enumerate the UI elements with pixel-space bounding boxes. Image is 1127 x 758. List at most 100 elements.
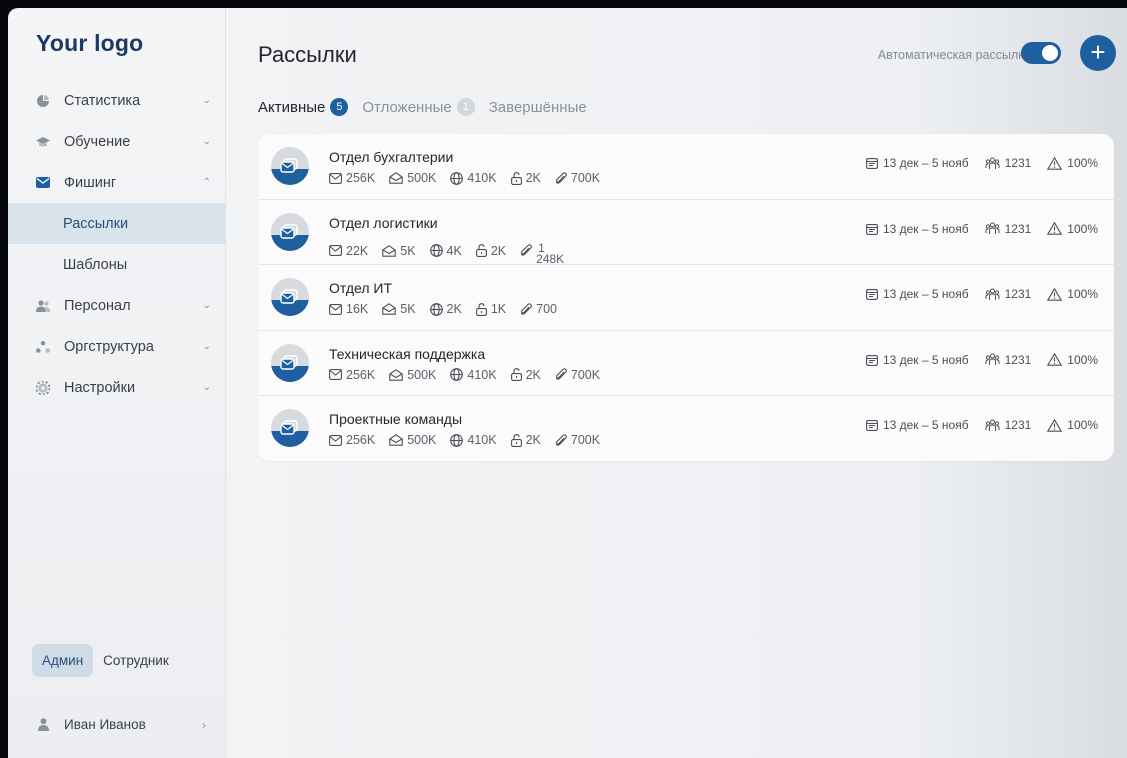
mailing-stats: 256K 500K 410K 2K 700K xyxy=(329,368,614,382)
mailing-meta: 13 дек – 5 нояб 1231 100% xyxy=(850,353,1098,367)
tab-finished[interactable]: Завершённые xyxy=(489,99,587,116)
calendar-icon xyxy=(866,420,878,431)
stat-visited: 410K xyxy=(467,171,497,185)
stat-opened: 5K xyxy=(400,243,416,258)
mailing-employees: 1231 xyxy=(1004,418,1032,432)
chevron-down-icon: ⌄ xyxy=(202,136,211,147)
stat-entered: 2K xyxy=(490,243,507,258)
stat-entered: 2K xyxy=(525,367,541,382)
tab-active[interactable]: Активные 5 xyxy=(258,98,349,116)
list-item[interactable]: Техническая поддержка 256K 500K 410K 2K … xyxy=(258,331,1114,396)
sidebar-item-label: Статистика xyxy=(64,92,141,109)
app-window: Your logo Статистика ⌄ Обучение ⌄ Фишинг… xyxy=(8,8,1127,758)
stat-entered: 2K xyxy=(525,171,541,185)
sidebar-item-label: Обучение xyxy=(64,133,131,150)
sidebar: Your logo Статистика ⌄ Обучение ⌄ Фишинг… xyxy=(8,8,226,758)
stat-sent: 256K xyxy=(346,433,376,447)
stat-sent: 256K xyxy=(346,367,376,382)
list-item[interactable]: Проектные команды 256K 500K 410K 2K 700K… xyxy=(258,396,1114,461)
stat-entered: 2K xyxy=(525,433,541,447)
user-profile[interactable]: Иван Иванов › xyxy=(36,717,206,732)
sidebar-subitem-mailings[interactable]: Рассылки xyxy=(8,203,225,244)
mail-stack-icon xyxy=(280,354,298,370)
open-envelope-icon xyxy=(389,434,403,446)
tab-label: Отложенные xyxy=(362,98,452,116)
role-admin-button[interactable]: Админ xyxy=(32,644,94,677)
auto-mailing-toggle[interactable] xyxy=(1021,42,1061,64)
sidebar-item-training[interactable]: Обучение ⌄ xyxy=(8,121,225,162)
stat-opened: 500K xyxy=(407,433,437,447)
add-mailing-button[interactable]: + xyxy=(1080,35,1116,71)
sidebar-item-org-structure[interactable]: Оргструктура ⌄ xyxy=(8,326,225,367)
mailing-avatar xyxy=(271,212,309,251)
mail-stack-icon xyxy=(280,289,298,304)
main-content: Рассылки Автоматическая рассылка + Актив… xyxy=(226,8,1127,758)
warning-icon xyxy=(1047,287,1063,301)
list-item[interactable]: Отдел логистики 22K 5K 4K 2K 1 248K 13 де… xyxy=(258,200,1114,265)
chevron-down-icon: ⌄ xyxy=(202,95,211,106)
open-envelope-icon xyxy=(382,303,396,315)
paperclip-icon xyxy=(555,433,567,446)
mailing-avatar xyxy=(271,278,309,316)
mailing-title: Отдел бухгалтерии xyxy=(329,149,454,165)
mailing-employees: 1231 xyxy=(1004,156,1032,170)
sidebar-item-statistics[interactable]: Статистика ⌄ xyxy=(8,80,225,121)
logo[interactable]: Your logo xyxy=(36,30,143,57)
mailing-meta: 13 дек – 5 нояб 1231 100% xyxy=(850,287,1098,301)
mailing-period: 13 дек – 5 нояб xyxy=(882,221,969,236)
unlock-icon xyxy=(510,171,522,185)
mailing-period: 13 дек – 5 нояб xyxy=(882,287,969,301)
page-title: Рассылки xyxy=(258,42,357,67)
mailing-meta: 13 дек – 5 нояб 1231 100% xyxy=(850,222,1098,236)
people-group-icon xyxy=(985,353,1000,365)
stat-attachments-bottom: 248K xyxy=(536,251,565,266)
mailing-stats: 22K 5K 4K 2K 1 248K xyxy=(329,237,578,265)
mailing-title: Отдел ИТ xyxy=(329,280,392,296)
stat-attachments: 1 248K xyxy=(536,242,565,266)
globe-icon xyxy=(450,171,464,185)
list-item[interactable]: Отдел бухгалтерии 256K 500K 410K 2K 700K… xyxy=(258,134,1114,200)
mailing-stats: 256K 500K 410K 2K 700K xyxy=(329,171,614,185)
paperclip-icon xyxy=(520,244,533,256)
user-name: Иван Иванов xyxy=(64,717,146,732)
sidebar-subitem-templates[interactable]: Шаблоны xyxy=(8,244,225,285)
unlock-icon xyxy=(475,244,487,257)
mailing-meta: 13 дек – 5 нояб 1231 100% xyxy=(850,156,1098,170)
mailing-avatar xyxy=(271,147,309,185)
open-envelope-icon xyxy=(389,172,403,184)
tab-label: Завершённые xyxy=(488,98,587,116)
stat-attachments: 700K xyxy=(570,171,601,185)
mailing-employees: 1231 xyxy=(1004,287,1032,301)
gear-icon xyxy=(36,380,50,395)
warning-icon xyxy=(1047,418,1063,432)
sidebar-nav: Статистика ⌄ Обучение ⌄ Фишинг ⌃ Рассылк… xyxy=(8,80,225,408)
role-employee-button[interactable]: Сотрудник xyxy=(93,644,179,677)
sidebar-item-phishing[interactable]: Фишинг ⌃ xyxy=(8,162,225,203)
user-icon xyxy=(36,718,50,732)
tab-count-badge: 1 xyxy=(456,98,475,116)
sidebar-item-label: Рассылки xyxy=(63,215,129,232)
stat-sent: 256K xyxy=(346,171,376,185)
unlock-icon xyxy=(510,368,522,381)
unlock-icon xyxy=(475,302,487,316)
mailing-tabs: Активные 5 Отложенные 1 Завершённые xyxy=(258,98,601,116)
tab-label: Активные xyxy=(258,98,326,116)
mailing-employees: 1231 xyxy=(1004,221,1032,236)
tab-postponed[interactable]: Отложенные 1 xyxy=(362,98,475,116)
mailing-title: Техническая поддержка xyxy=(329,345,486,362)
list-item[interactable]: Отдел ИТ 16K 5K 2K 1K 700 13 дек – 5 ноя… xyxy=(258,265,1114,331)
stat-opened: 500K xyxy=(407,171,437,185)
sidebar-item-staff[interactable]: Персонал ⌄ xyxy=(8,285,225,326)
calendar-icon xyxy=(866,289,878,300)
mailing-meta: 13 дек – 5 нояб 1231 100% xyxy=(850,418,1098,432)
paperclip-icon xyxy=(520,302,533,315)
stat-opened: 500K xyxy=(407,367,437,382)
unlock-icon xyxy=(510,433,522,447)
envelope-icon xyxy=(329,172,342,184)
stat-visited: 2K xyxy=(446,302,462,316)
role-switch: Админ Сотрудник xyxy=(32,644,179,677)
chevron-up-icon: ⌃ xyxy=(202,177,211,188)
sidebar-item-settings[interactable]: Настройки ⌄ xyxy=(8,367,225,408)
mail-stack-icon xyxy=(280,158,298,173)
envelope-icon xyxy=(329,303,342,315)
